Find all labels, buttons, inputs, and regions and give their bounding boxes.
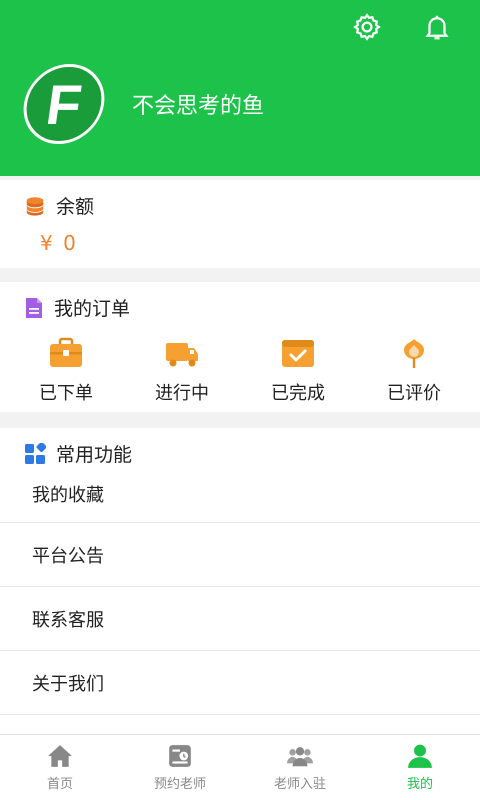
- order-status-label: 进行中: [155, 383, 209, 404]
- functions-header: 常用功能: [0, 428, 480, 467]
- username: 不会思考的鱼: [132, 94, 265, 119]
- orders-card: 我的订单 已下单 进行中 已完成 已评价: [0, 282, 480, 412]
- order-status-label: 已评价: [387, 383, 441, 404]
- person-icon: [408, 744, 432, 768]
- tab-label: 首页: [46, 777, 73, 792]
- menu-item-announcements[interactable]: 平台公告: [0, 523, 480, 587]
- order-status-label: 已下单: [39, 383, 93, 404]
- header-actions: [352, 12, 452, 42]
- orders-header: 我的订单: [0, 282, 480, 321]
- menu-item-about-us[interactable]: 关于我们: [0, 651, 480, 715]
- functions-list: 我的收藏 平台公告 联系客服 关于我们: [0, 473, 480, 715]
- functions-card: 常用功能 我的收藏 平台公告 联系客服 关于我们: [0, 428, 480, 734]
- order-status-completed[interactable]: 已完成: [245, 337, 351, 405]
- functions-title: 常用功能: [56, 444, 133, 466]
- order-status-reviewed[interactable]: 已评价: [361, 337, 467, 405]
- avatar[interactable]: F: [18, 64, 110, 144]
- coins-icon: [26, 196, 44, 216]
- order-status-in-progress[interactable]: 进行中: [129, 337, 235, 405]
- schedule-icon: [169, 745, 191, 767]
- tab-home[interactable]: 首页: [0, 735, 120, 800]
- tab-mine[interactable]: 我的: [360, 735, 480, 800]
- order-status-label: 已完成: [271, 383, 325, 404]
- balance-header: 余额: [0, 180, 480, 219]
- order-status-list: 已下单 进行中 已完成 已评价: [0, 337, 480, 405]
- grid-icon: [25, 442, 46, 464]
- profile-header: F 不会思考的鱼: [0, 0, 480, 176]
- document-icon: [26, 297, 42, 318]
- order-status-placed[interactable]: 已下单: [13, 337, 119, 405]
- tab-label: 我的: [406, 777, 433, 792]
- calendar-check-icon: [282, 340, 314, 367]
- menu-item-contact-support[interactable]: 联系客服: [0, 587, 480, 651]
- tab-book-teacher[interactable]: 预约老师: [120, 735, 240, 800]
- briefcase-icon: [50, 337, 82, 367]
- balance-title: 余额: [56, 196, 95, 218]
- flower-icon: [404, 339, 424, 368]
- balance-card[interactable]: 余额 ¥ 0: [0, 180, 480, 268]
- gear-icon[interactable]: [352, 12, 382, 42]
- tab-label: 预约老师: [153, 777, 206, 792]
- home-icon: [48, 745, 72, 767]
- tab-teacher-join[interactable]: 老师入驻: [240, 735, 360, 800]
- balance-value: ¥ 0: [40, 231, 78, 255]
- truck-icon: [166, 343, 198, 367]
- orders-title: 我的订单: [54, 298, 131, 320]
- people-icon: [287, 747, 313, 767]
- menu-item-favorites[interactable]: 我的收藏: [0, 473, 480, 523]
- tab-label: 老师入驻: [273, 777, 326, 792]
- avatar-letter: F: [42, 72, 86, 136]
- bell-icon[interactable]: [422, 12, 452, 42]
- bottom-tab-bar: 首页 预约老师 老师入驻 我的: [0, 734, 480, 800]
